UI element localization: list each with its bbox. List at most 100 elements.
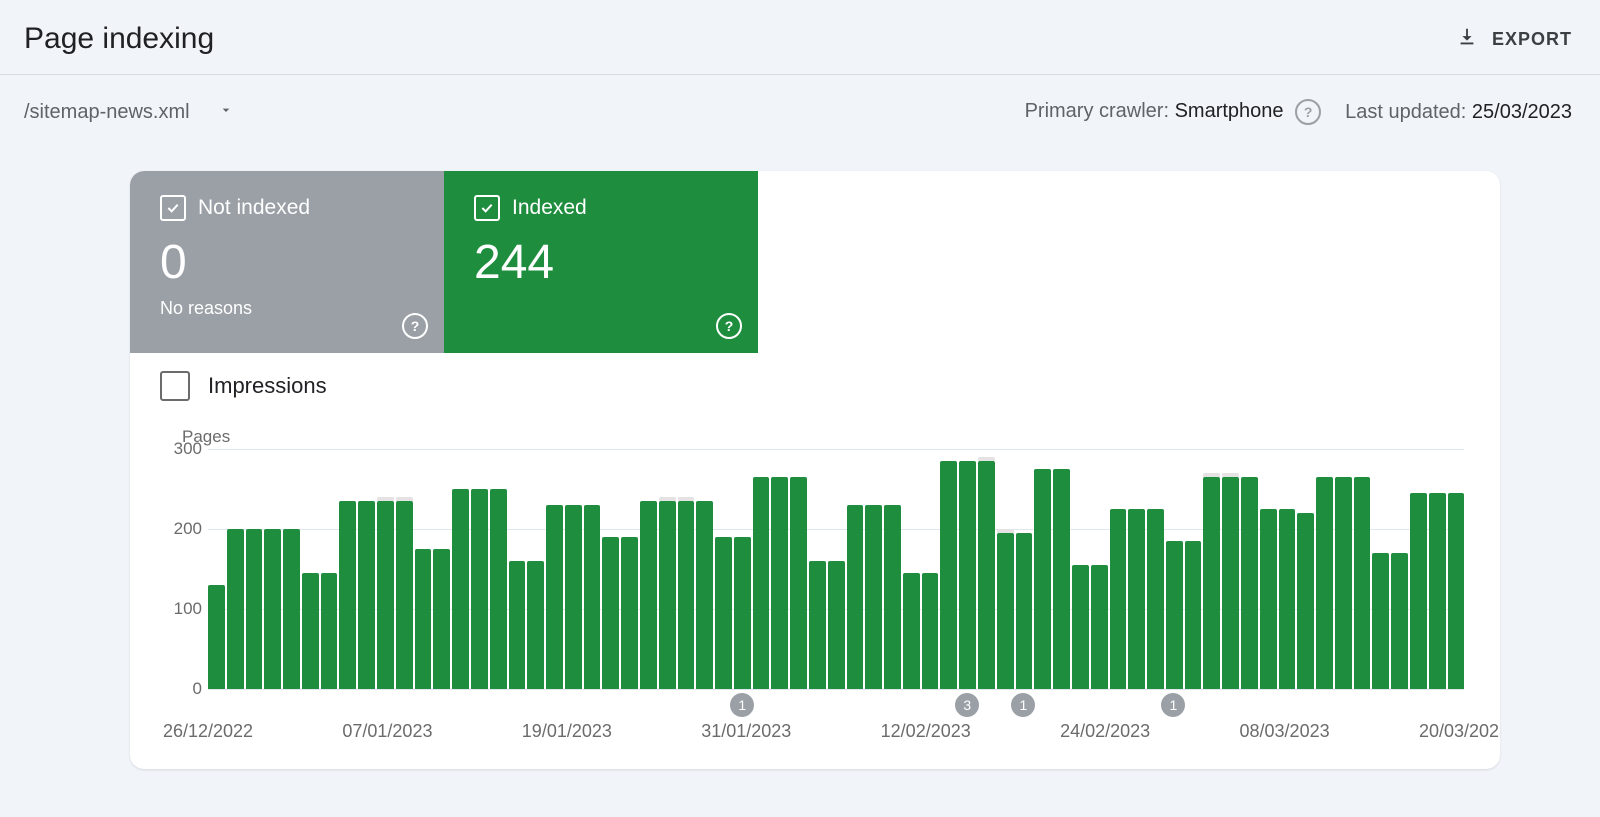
bar-column[interactable] <box>640 449 657 689</box>
xtick-label: 31/01/2023 <box>701 721 791 742</box>
bar-column[interactable] <box>1110 449 1127 689</box>
bar-column[interactable] <box>1260 449 1277 689</box>
xtick-label: 26/12/2022 <box>163 721 253 742</box>
bar-column[interactable] <box>584 449 601 689</box>
xtick-label: 12/02/2023 <box>881 721 971 742</box>
bar-column[interactable] <box>809 449 826 689</box>
bar-column[interactable] <box>753 449 770 689</box>
bar-column[interactable] <box>1072 449 1089 689</box>
primary-crawler-value: Smartphone <box>1175 100 1284 122</box>
impressions-checkbox[interactable] <box>160 371 190 401</box>
bar-column[interactable] <box>602 449 619 689</box>
bar-column[interactable] <box>884 449 901 689</box>
bar-column[interactable] <box>1297 449 1314 689</box>
bar-column[interactable] <box>1128 449 1145 689</box>
bar-column[interactable] <box>509 449 526 689</box>
bar-column[interactable] <box>527 449 544 689</box>
bar-column[interactable] <box>1316 449 1333 689</box>
bar-column[interactable] <box>246 449 263 689</box>
bar-column[interactable] <box>922 449 939 689</box>
page-title: Page indexing <box>24 22 214 56</box>
bar-column[interactable] <box>940 449 957 689</box>
bar-column[interactable] <box>621 449 638 689</box>
bar-column[interactable] <box>471 449 488 689</box>
chevron-down-icon <box>218 101 234 124</box>
bar-column[interactable] <box>1391 449 1408 689</box>
card-not-indexed-label: Not indexed <box>198 196 310 220</box>
bar-column[interactable] <box>715 449 732 689</box>
bar-column[interactable] <box>828 449 845 689</box>
bar-column[interactable] <box>1034 449 1051 689</box>
bar-column[interactable] <box>997 449 1014 689</box>
card-not-indexed[interactable]: Not indexed 0 No reasons ? <box>130 171 444 353</box>
yaxis-title: Pages <box>182 427 1470 447</box>
help-icon[interactable]: ? <box>402 313 428 339</box>
bar-column[interactable] <box>903 449 920 689</box>
bar-column[interactable] <box>1016 449 1033 689</box>
bar-column[interactable] <box>790 449 807 689</box>
bar-column[interactable] <box>1448 449 1465 689</box>
bar-column[interactable] <box>227 449 244 689</box>
export-button[interactable]: EXPORT <box>1456 26 1572 53</box>
ytick-label: 100 <box>162 599 202 619</box>
bar-column[interactable] <box>1410 449 1427 689</box>
bar-column[interactable] <box>1091 449 1108 689</box>
bar-column[interactable] <box>1147 449 1164 689</box>
last-updated-value: 25/03/2023 <box>1472 101 1572 123</box>
help-icon[interactable]: ? <box>716 313 742 339</box>
bar-column[interactable] <box>1185 449 1202 689</box>
bar-column[interactable] <box>1372 449 1389 689</box>
bar-column[interactable] <box>396 449 413 689</box>
bar-column[interactable] <box>959 449 976 689</box>
bar-column[interactable] <box>1166 449 1183 689</box>
indexing-chart: 0100200300 <box>208 449 1464 689</box>
primary-crawler-label: Primary crawler: <box>1025 100 1169 122</box>
card-not-indexed-value: 0 <box>160 235 420 290</box>
bar-column[interactable] <box>696 449 713 689</box>
bar-column[interactable] <box>1279 449 1296 689</box>
checkbox-checked-icon <box>474 195 500 221</box>
bar-column[interactable] <box>1241 449 1258 689</box>
event-marker[interactable]: 1 <box>1011 693 1035 717</box>
bar-column[interactable] <box>1354 449 1371 689</box>
bar-column[interactable] <box>565 449 582 689</box>
event-marker[interactable]: 1 <box>1161 693 1185 717</box>
primary-crawler: Primary crawler: Smartphone ? <box>1025 99 1322 125</box>
bar-column[interactable] <box>1335 449 1352 689</box>
bar-column[interactable] <box>1222 449 1239 689</box>
last-updated-label: Last updated: <box>1345 101 1466 123</box>
ytick-label: 0 <box>162 679 202 699</box>
bar-column[interactable] <box>415 449 432 689</box>
bar-column[interactable] <box>264 449 281 689</box>
card-indexed[interactable]: Indexed 244 ? <box>444 171 758 353</box>
bar-column[interactable] <box>847 449 864 689</box>
bar-column[interactable] <box>678 449 695 689</box>
bar-column[interactable] <box>377 449 394 689</box>
download-icon <box>1456 26 1478 53</box>
bar-column[interactable] <box>734 449 751 689</box>
help-icon[interactable]: ? <box>1295 99 1321 125</box>
bar-column[interactable] <box>546 449 563 689</box>
xtick-label: 07/01/2023 <box>342 721 432 742</box>
bar-column[interactable] <box>321 449 338 689</box>
bar-column[interactable] <box>1053 449 1070 689</box>
bar-column[interactable] <box>302 449 319 689</box>
event-marker[interactable]: 1 <box>730 693 754 717</box>
bar-column[interactable] <box>358 449 375 689</box>
sitemap-filter-dropdown[interactable]: /sitemap-news.xml <box>24 101 234 124</box>
bar-column[interactable] <box>490 449 507 689</box>
bar-column[interactable] <box>283 449 300 689</box>
event-marker[interactable]: 3 <box>955 693 979 717</box>
bar-column[interactable] <box>1203 449 1220 689</box>
bar-column[interactable] <box>208 449 225 689</box>
ytick-label: 200 <box>162 519 202 539</box>
bar-column[interactable] <box>771 449 788 689</box>
bar-column[interactable] <box>433 449 450 689</box>
bar-column[interactable] <box>1429 449 1446 689</box>
bar-column[interactable] <box>452 449 469 689</box>
bar-column[interactable] <box>865 449 882 689</box>
bar-column[interactable] <box>978 449 995 689</box>
main-panel: Not indexed 0 No reasons ? Indexed 244 ?… <box>130 171 1500 769</box>
bar-column[interactable] <box>339 449 356 689</box>
bar-column[interactable] <box>659 449 676 689</box>
